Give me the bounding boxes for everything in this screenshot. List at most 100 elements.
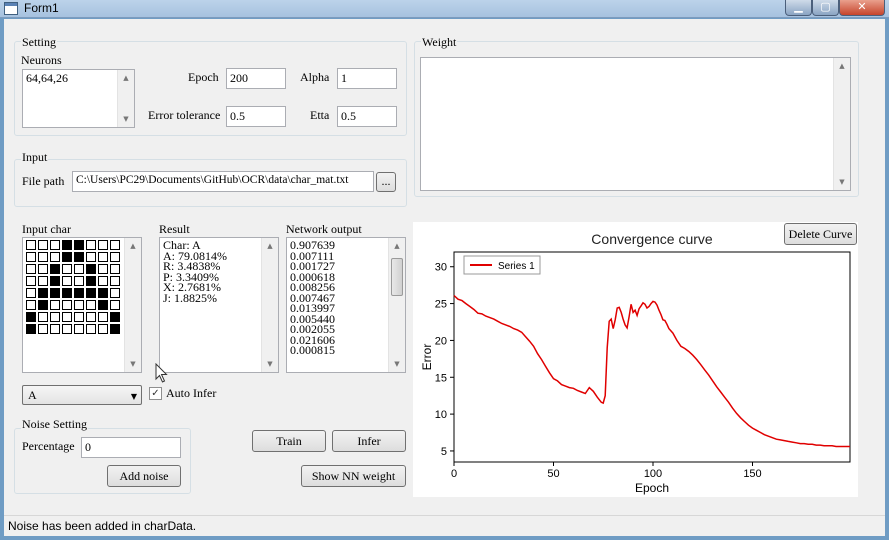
grid-cell[interactable] xyxy=(74,324,84,334)
grid-cell[interactable] xyxy=(74,240,84,250)
scroll-down-arrow-icon[interactable]: ▼ xyxy=(125,356,141,372)
grid-cell[interactable] xyxy=(98,324,108,334)
grid-cell[interactable] xyxy=(86,300,96,310)
grid-cell[interactable] xyxy=(74,300,84,310)
grid-cell[interactable] xyxy=(98,288,108,298)
grid-cell[interactable] xyxy=(98,264,108,274)
grid-cell[interactable] xyxy=(50,300,60,310)
maximize-button[interactable]: ▢ xyxy=(812,0,839,16)
grid-cell[interactable] xyxy=(98,300,108,310)
grid-cell[interactable] xyxy=(62,300,72,310)
scroll-down-arrow-icon[interactable]: ▼ xyxy=(262,356,278,372)
grid-cell[interactable] xyxy=(98,252,108,262)
input-char-scrollbar[interactable]: ▲ ▼ xyxy=(124,238,141,372)
grid-cell[interactable] xyxy=(110,252,120,262)
grid-cell[interactable] xyxy=(26,276,36,286)
grid-cell[interactable] xyxy=(62,252,72,262)
grid-cell[interactable] xyxy=(62,324,72,334)
grid-cell[interactable] xyxy=(38,312,48,322)
input-char-grid[interactable] xyxy=(26,240,126,340)
scroll-up-arrow-icon[interactable]: ▲ xyxy=(389,238,405,254)
alpha-input[interactable]: 1 xyxy=(337,68,397,89)
grid-cell[interactable] xyxy=(62,276,72,286)
show-nn-weight-button[interactable]: Show NN weight xyxy=(301,465,406,487)
scroll-up-arrow-icon[interactable]: ▲ xyxy=(262,238,278,254)
grid-cell[interactable] xyxy=(62,264,72,274)
result-textbox[interactable]: Char: A A: 79.0814% R: 3.4838% P: 3.3409% X:… xyxy=(159,237,279,373)
grid-cell[interactable] xyxy=(38,324,48,334)
grid-cell[interactable] xyxy=(50,276,60,286)
grid-cell[interactable] xyxy=(38,276,48,286)
grid-cell[interactable] xyxy=(110,264,120,274)
neurons-textbox[interactable]: 64,64,26 ▲ ▼ xyxy=(22,69,135,128)
grid-cell[interactable] xyxy=(50,252,60,262)
grid-cell[interactable] xyxy=(110,240,120,250)
grid-cell[interactable] xyxy=(26,288,36,298)
file-path-input[interactable]: C:\Users\PC29\Documents\GitHub\OCR\data\… xyxy=(72,171,374,192)
grid-cell[interactable] xyxy=(86,324,96,334)
add-noise-button[interactable]: Add noise xyxy=(107,465,181,487)
grid-cell[interactable] xyxy=(98,276,108,286)
scroll-down-arrow-icon[interactable]: ▼ xyxy=(834,174,850,190)
grid-cell[interactable] xyxy=(74,276,84,286)
grid-cell[interactable] xyxy=(50,288,60,298)
epoch-input[interactable]: 200 xyxy=(226,68,286,89)
grid-cell[interactable] xyxy=(38,300,48,310)
grid-cell[interactable] xyxy=(62,312,72,322)
grid-cell[interactable] xyxy=(50,264,60,274)
char-select[interactable]: A ▼ xyxy=(22,385,142,405)
network-output-scrollbar[interactable]: ▲ ▼ xyxy=(388,238,405,372)
grid-cell[interactable] xyxy=(86,264,96,274)
grid-cell[interactable] xyxy=(62,240,72,250)
grid-cell[interactable] xyxy=(86,252,96,262)
grid-cell[interactable] xyxy=(26,252,36,262)
grid-cell[interactable] xyxy=(62,288,72,298)
auto-infer-checkbox[interactable]: ✓ xyxy=(149,387,162,400)
grid-cell[interactable] xyxy=(26,264,36,274)
delete-curve-button[interactable]: Delete Curve xyxy=(784,223,857,245)
close-button[interactable]: ✕ xyxy=(839,0,885,16)
minimize-button[interactable]: ▁ xyxy=(785,0,812,16)
grid-cell[interactable] xyxy=(86,240,96,250)
grid-cell[interactable] xyxy=(50,312,60,322)
grid-cell[interactable] xyxy=(38,240,48,250)
grid-cell[interactable] xyxy=(50,324,60,334)
browse-button[interactable]: ... xyxy=(376,172,396,192)
grid-cell[interactable] xyxy=(26,324,36,334)
train-button[interactable]: Train xyxy=(252,430,326,452)
grid-cell[interactable] xyxy=(74,252,84,262)
grid-cell[interactable] xyxy=(50,240,60,250)
grid-cell[interactable] xyxy=(86,276,96,286)
grid-cell[interactable] xyxy=(74,264,84,274)
grid-cell[interactable] xyxy=(86,312,96,322)
grid-cell[interactable] xyxy=(38,288,48,298)
grid-cell[interactable] xyxy=(74,312,84,322)
grid-cell[interactable] xyxy=(98,312,108,322)
infer-button[interactable]: Infer xyxy=(332,430,406,452)
scroll-up-arrow-icon[interactable]: ▲ xyxy=(125,238,141,254)
grid-cell[interactable] xyxy=(110,324,120,334)
percentage-input[interactable]: 0 xyxy=(81,437,181,458)
grid-cell[interactable] xyxy=(98,240,108,250)
scroll-down-arrow-icon[interactable]: ▼ xyxy=(118,111,134,127)
etta-input[interactable]: 0.5 xyxy=(337,106,397,127)
scroll-up-arrow-icon[interactable]: ▲ xyxy=(834,58,850,74)
result-scrollbar[interactable]: ▲ ▼ xyxy=(261,238,278,372)
error-tolerance-input[interactable]: 0.5 xyxy=(226,106,286,127)
grid-cell[interactable] xyxy=(110,312,120,322)
scroll-thumb[interactable] xyxy=(391,258,403,296)
grid-cell[interactable] xyxy=(38,252,48,262)
grid-cell[interactable] xyxy=(110,300,120,310)
grid-cell[interactable] xyxy=(110,288,120,298)
scroll-up-arrow-icon[interactable]: ▲ xyxy=(118,70,134,86)
grid-cell[interactable] xyxy=(110,276,120,286)
grid-cell[interactable] xyxy=(26,240,36,250)
scroll-down-arrow-icon[interactable]: ▼ xyxy=(389,356,405,372)
grid-cell[interactable] xyxy=(26,300,36,310)
grid-cell[interactable] xyxy=(26,312,36,322)
grid-cell[interactable] xyxy=(86,288,96,298)
weight-textbox[interactable]: ▲ ▼ xyxy=(420,57,851,191)
grid-cell[interactable] xyxy=(74,288,84,298)
network-output-textbox[interactable]: 0.907639 0.007111 0.001727 0.000618 0.008256… xyxy=(286,237,406,373)
grid-cell[interactable] xyxy=(38,264,48,274)
